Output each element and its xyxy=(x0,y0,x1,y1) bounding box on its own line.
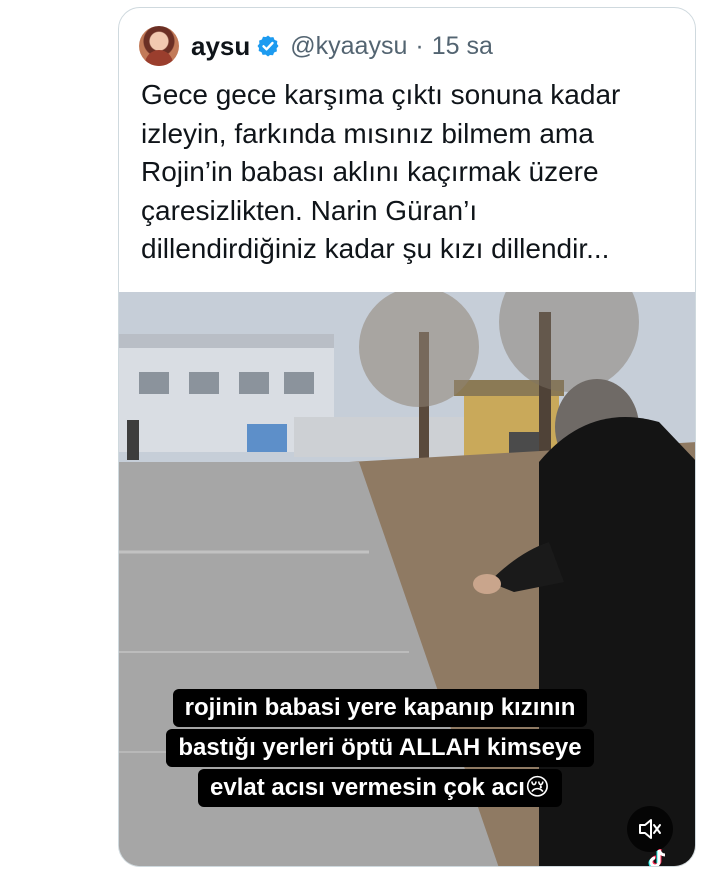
tweet-timestamp[interactable]: 15 sa xyxy=(432,32,493,61)
tiktok-icon xyxy=(648,849,666,866)
tweet-text-line: çaresizlikten. Narin Güran’ı xyxy=(141,194,478,226)
avatar[interactable] xyxy=(139,26,179,66)
video-caption: rojinin babasi yere kapanıp kızının bast… xyxy=(149,688,611,808)
video-player[interactable]: rojinin babasi yere kapanıp kızının bast… xyxy=(119,292,695,866)
caption-line: rojinin babasi yere kapanıp kızının xyxy=(172,689,588,727)
tweet-card[interactable]: aysu @kyaaysu · 15 sa Gece gece karşıma … xyxy=(118,7,696,867)
tweet-text-line: dillendirdiğiniz kadar şu kızı dillendir… xyxy=(141,233,610,264)
verified-badge-icon xyxy=(257,35,279,57)
author-name[interactable]: aysu xyxy=(191,31,250,62)
tweet-text-line: izleyin, farkında mısınız bilmem ama xyxy=(141,117,594,149)
tweet-text: Gece gece karşıma çıktı sonuna kadar izl… xyxy=(141,76,681,269)
author-handle[interactable]: @kyaaysu xyxy=(290,32,407,61)
separator-dot: · xyxy=(415,31,424,60)
tweet-text-line: Gece gece karşıma çıktı sonuna kadar xyxy=(141,79,621,110)
mute-button[interactable] xyxy=(627,806,673,852)
caption-line: evlat acısı vermesin çok acı😢 xyxy=(198,769,562,807)
tweet-text-line: Rojin’in babası aklını kaçırmak üzere xyxy=(141,156,599,187)
caption-line: bastığı yerleri öptü ALLAH kimseye xyxy=(166,729,594,767)
speaker-muted-icon xyxy=(639,819,661,839)
tweet-header: aysu @kyaaysu · 15 sa xyxy=(139,26,493,66)
